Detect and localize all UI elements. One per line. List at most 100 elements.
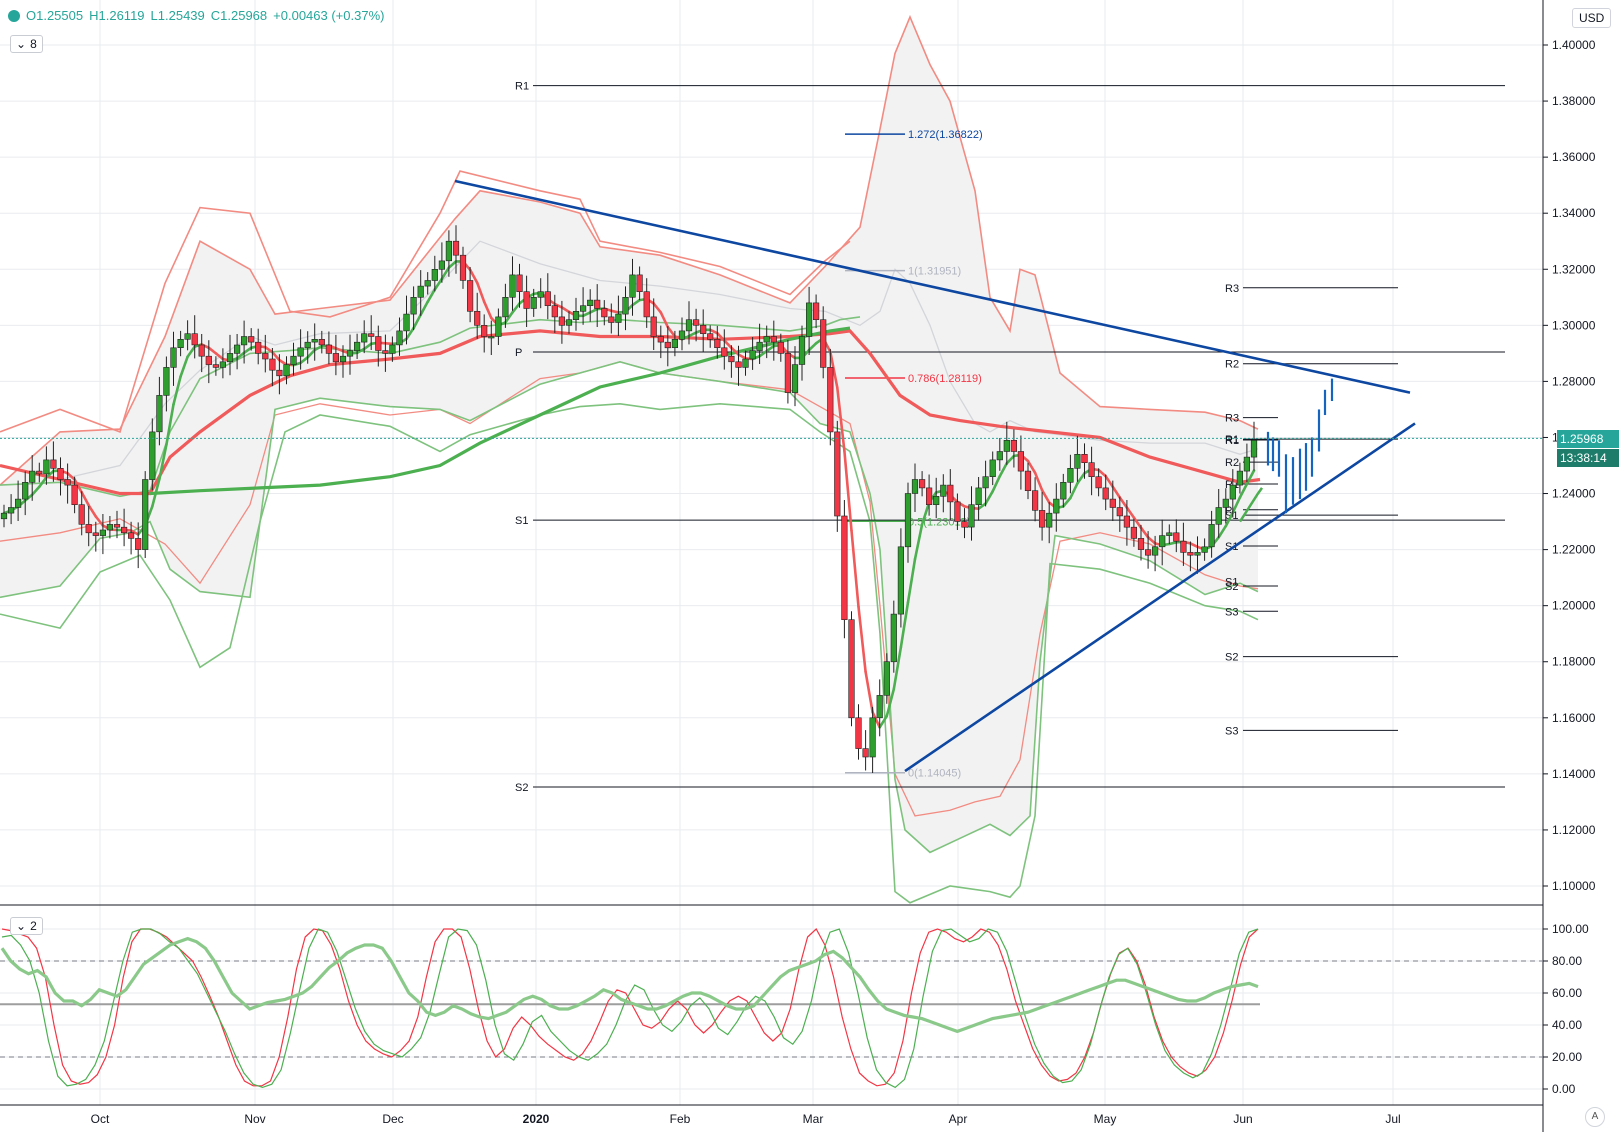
candle-body — [805, 302, 813, 337]
candle-body — [911, 479, 919, 494]
candle-body — [1145, 549, 1152, 556]
candle-body — [191, 333, 198, 346]
candle-body — [975, 487, 982, 505]
candle-body — [770, 336, 777, 343]
candle-body — [375, 336, 382, 351]
candle-body — [1010, 439, 1017, 452]
fib-level-label: 0.786(1.28119) — [908, 373, 982, 385]
candle-body — [269, 358, 276, 371]
indicator-count: 2 — [30, 919, 37, 933]
candle-body — [940, 484, 947, 497]
candle-body — [1222, 498, 1229, 508]
candle-body — [1116, 507, 1123, 517]
chevron-down-icon: ⌄ — [16, 37, 27, 51]
chevron-down-icon: ⌄ — [16, 919, 27, 933]
currency-button[interactable]: USD — [1572, 8, 1612, 28]
candle-body — [325, 344, 333, 354]
candle-body — [650, 316, 657, 337]
candle-body — [219, 361, 227, 368]
candle-body — [1109, 498, 1116, 508]
candle-body — [671, 338, 678, 348]
last-price-label: 1.25968 — [1557, 430, 1619, 448]
candle-body — [869, 717, 876, 758]
candle-body — [714, 338, 721, 348]
candle-body — [551, 305, 558, 318]
candle-body — [417, 285, 424, 298]
candle-body — [283, 364, 290, 377]
change-value: +0.00463 (+0.37%) — [273, 8, 385, 23]
candle-body — [1123, 515, 1130, 528]
candle-body — [692, 319, 700, 326]
candle-body — [1180, 540, 1187, 553]
fib-level-label: 0(1.14045) — [908, 768, 961, 780]
candle-body — [481, 324, 488, 337]
candle-body — [78, 504, 85, 525]
oscillator-indicators-toggle[interactable]: ⌄ 2 — [10, 917, 43, 935]
candle-body — [587, 299, 594, 307]
candle-body — [410, 296, 417, 315]
pivot-level-label: P — [515, 347, 522, 359]
candle-body — [643, 291, 650, 318]
main-indicators-toggle[interactable]: ⌄ 8 — [10, 35, 43, 53]
candle-body — [707, 333, 714, 340]
candle-body — [8, 507, 15, 514]
ohlc-legend: O1.25505 H1.26119 L1.25439 C1.25968 +0.0… — [8, 8, 384, 23]
pivot-level-label: R1 — [1225, 435, 1239, 447]
candle-body — [841, 515, 848, 620]
x-axis-label: Feb — [670, 1112, 691, 1126]
candle-body — [820, 319, 827, 368]
candle-body — [1229, 484, 1236, 500]
candle-body — [346, 350, 354, 357]
candle-body — [516, 274, 523, 292]
candle-body — [234, 344, 241, 354]
oscillator-axis-label: 100.00 — [1552, 922, 1589, 936]
candle-body — [812, 302, 820, 320]
candle-body — [544, 291, 551, 307]
candle-body — [565, 319, 573, 326]
high-value: H1.26119 — [89, 8, 145, 23]
candle-body — [382, 350, 389, 354]
candle-body — [403, 313, 410, 332]
y-axis-label: 1.14000 — [1552, 767, 1596, 781]
candle-body — [163, 367, 170, 396]
pivot-level-label: R2 — [1225, 359, 1239, 371]
candle-body — [1095, 476, 1102, 489]
candle-body — [262, 353, 269, 360]
y-axis-label: 1.30000 — [1552, 318, 1596, 332]
candle-body — [1173, 532, 1180, 542]
y-axis-label: 1.38000 — [1552, 94, 1596, 108]
candle-body — [57, 467, 64, 480]
auto-scale-button[interactable]: A — [1585, 1107, 1605, 1127]
candle-body — [601, 308, 608, 318]
open-value: O1.25505 — [26, 8, 84, 23]
candle-body — [198, 344, 205, 357]
candle-body — [925, 487, 933, 505]
close-value: C1.25968 — [210, 8, 268, 23]
candle-body — [890, 613, 897, 663]
candle-body — [304, 341, 311, 349]
candle-body — [184, 333, 191, 340]
x-axis-label: Mar — [803, 1112, 824, 1126]
pivot-level-label: R3 — [1225, 283, 1239, 295]
chart-canvas[interactable]: Oct Nov Dec 2020 Feb Mar Apr May Jun Jul 1.40000 1.… — [0, 0, 1623, 1132]
candle-body — [537, 291, 544, 298]
candle-body — [629, 274, 636, 298]
pivot-level-label: S2 — [1225, 652, 1238, 664]
fib-level-label: 0.5(1.23015) — [908, 516, 970, 528]
pivot-level-label: S3 — [1225, 606, 1238, 618]
pivot-level-label: S1 — [1225, 576, 1238, 588]
candle-body — [1166, 532, 1173, 536]
y-axis-label: 1.22000 — [1552, 543, 1596, 557]
candle-body — [1081, 453, 1088, 463]
pivot-level-label: R2 — [1225, 457, 1239, 469]
candle-body — [749, 350, 756, 360]
candle-body — [106, 524, 113, 531]
candle-body — [488, 336, 495, 339]
candle-body — [989, 459, 996, 477]
candle-body — [1215, 507, 1222, 525]
x-axis-label: May — [1094, 1112, 1117, 1126]
oscillator-axis-label: 40.00 — [1552, 1018, 1582, 1032]
candle-body — [1194, 552, 1201, 556]
candle-body — [855, 717, 862, 749]
candle-body — [1102, 487, 1109, 500]
